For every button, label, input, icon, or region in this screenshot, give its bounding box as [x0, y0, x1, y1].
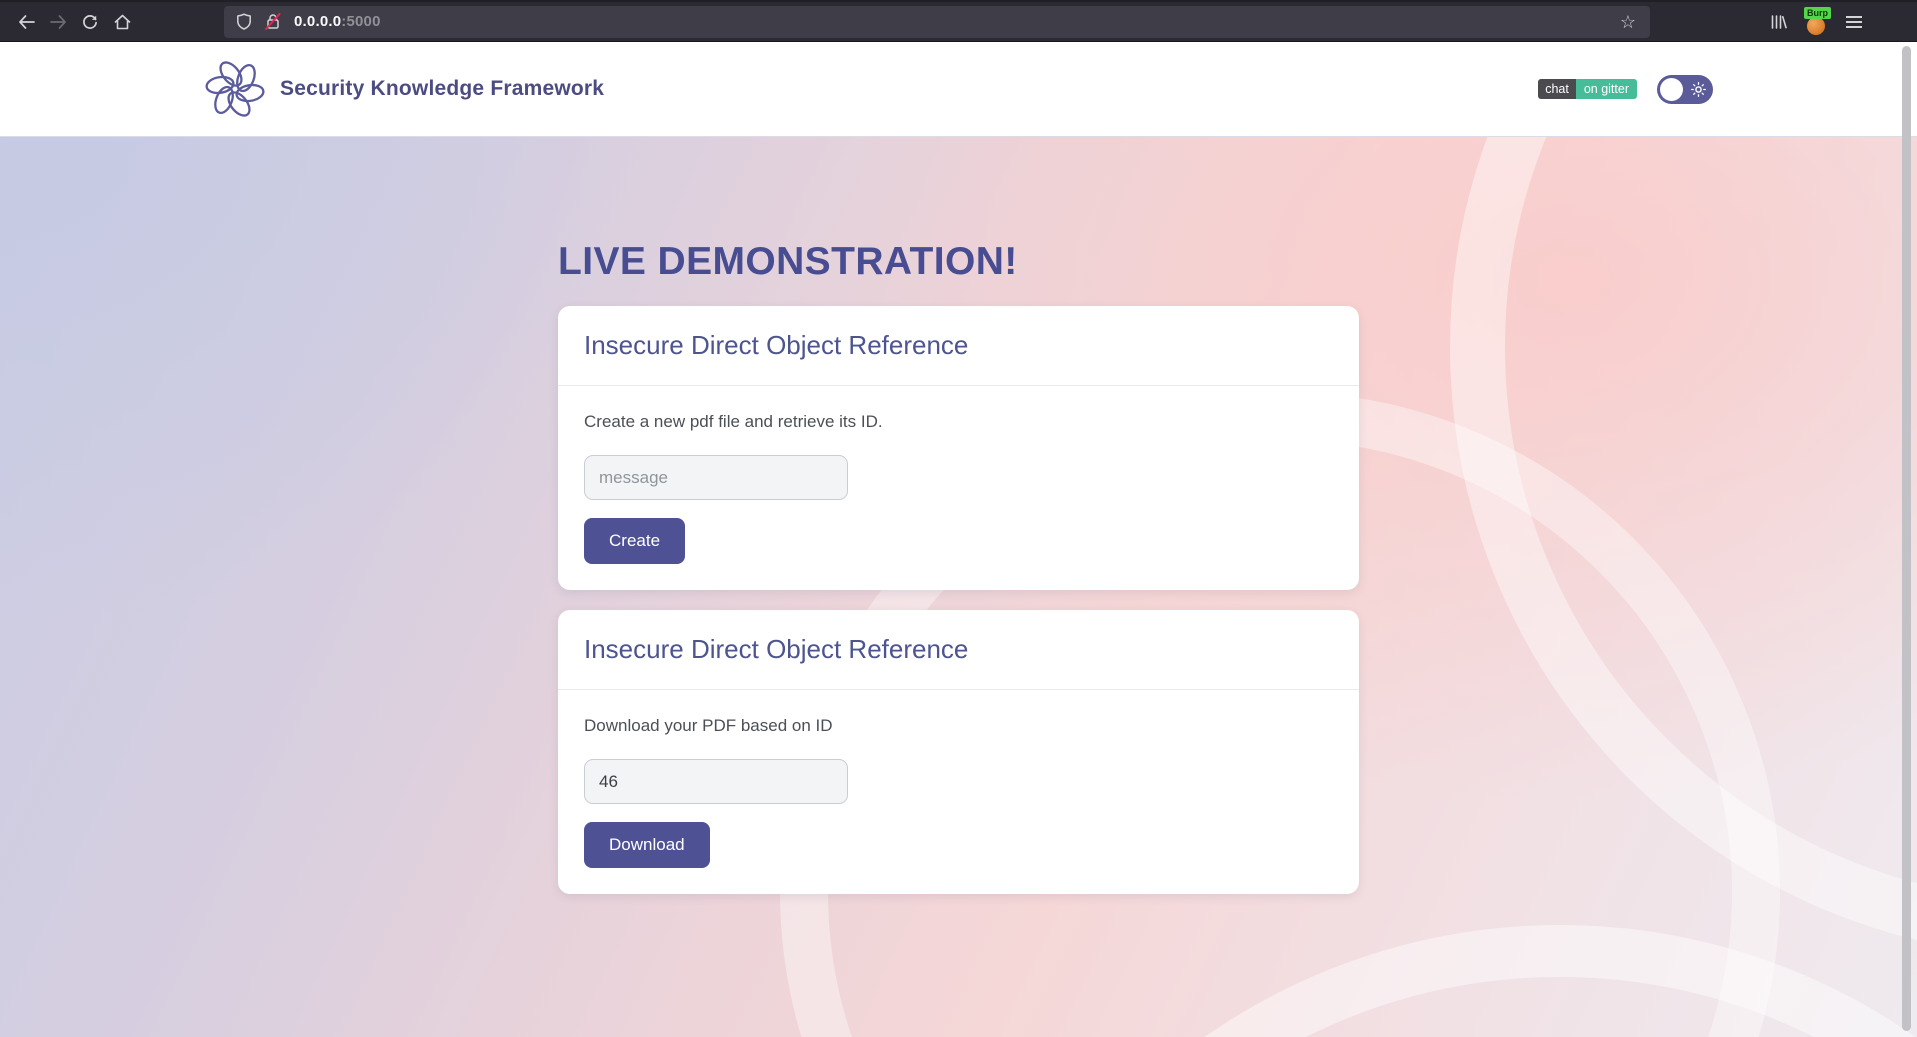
card-description: Download your PDF based on ID	[584, 716, 1333, 736]
page-background: LIVE DEMONSTRATION! Insecure Direct Obje…	[0, 137, 1917, 1037]
site-header: Security Knowledge Framework chat on git…	[0, 42, 1917, 137]
header-right: chat on gitter	[1538, 75, 1713, 104]
forward-arrow-icon	[50, 15, 67, 29]
shield-icon	[236, 13, 252, 30]
card-title: Insecure Direct Object Reference	[584, 634, 1333, 665]
download-button[interactable]: Download	[584, 822, 710, 868]
page-title: LIVE DEMONSTRATION!	[558, 240, 1359, 284]
scrollbar-thumb[interactable]	[1902, 46, 1911, 1031]
brand-link[interactable]: Security Knowledge Framework	[204, 55, 604, 123]
theme-toggle[interactable]	[1657, 75, 1713, 104]
idor-create-card: Insecure Direct Object Reference Create …	[558, 306, 1359, 590]
burp-extension-badge: Burp	[1804, 7, 1831, 19]
card-header: Insecure Direct Object Reference	[558, 306, 1359, 386]
create-button[interactable]: Create	[584, 518, 685, 564]
message-input[interactable]	[584, 455, 848, 500]
gitter-chat-label: chat	[1538, 79, 1576, 100]
forward-button[interactable]	[42, 7, 74, 37]
home-icon	[114, 14, 131, 30]
lock-slash-icon	[264, 13, 282, 30]
burp-extension-icon	[1807, 17, 1825, 35]
pdf-id-input[interactable]	[584, 759, 848, 804]
tracking-protection-button[interactable]	[236, 13, 252, 30]
gitter-target-label: on gitter	[1576, 79, 1637, 100]
reload-button[interactable]	[74, 7, 106, 37]
back-button[interactable]	[10, 7, 42, 37]
insecure-connection-button[interactable]	[264, 13, 282, 30]
card-body: Create a new pdf file and retrieve its I…	[558, 386, 1359, 590]
content-container: LIVE DEMONSTRATION! Insecure Direct Obje…	[558, 137, 1359, 894]
card-title: Insecure Direct Object Reference	[584, 330, 1333, 361]
browser-toolbar: 0.0.0.0:5000 ☆ Burp	[0, 0, 1917, 42]
toolbar-right-cluster: Burp	[1762, 6, 1870, 38]
brand-title: Security Knowledge Framework	[280, 77, 604, 101]
card-header: Insecure Direct Object Reference	[558, 610, 1359, 690]
bookmark-star-button[interactable]: ☆	[1614, 9, 1642, 35]
url-host: 0.0.0.0	[294, 13, 341, 30]
hamburger-icon	[1846, 16, 1862, 18]
skf-flower-logo-icon	[204, 55, 266, 123]
library-button[interactable]	[1762, 7, 1794, 37]
toggle-knob	[1660, 78, 1683, 101]
burp-extension-button[interactable]: Burp	[1800, 6, 1832, 38]
gitter-chat-badge[interactable]: chat on gitter	[1538, 79, 1637, 100]
url-bar[interactable]: 0.0.0.0:5000 ☆	[224, 6, 1650, 38]
card-body: Download your PDF based on ID Download	[558, 690, 1359, 894]
star-icon: ☆	[1620, 12, 1636, 32]
url-port: :5000	[341, 13, 380, 30]
idor-download-card: Insecure Direct Object Reference Downloa…	[558, 610, 1359, 894]
sun-icon	[1691, 82, 1706, 97]
menu-button[interactable]	[1838, 7, 1870, 37]
reload-icon	[82, 14, 98, 30]
url-text: 0.0.0.0:5000	[294, 13, 381, 30]
home-button[interactable]	[106, 7, 138, 37]
back-arrow-icon	[18, 15, 35, 29]
card-description: Create a new pdf file and retrieve its I…	[584, 412, 1333, 432]
library-icon	[1770, 14, 1787, 30]
